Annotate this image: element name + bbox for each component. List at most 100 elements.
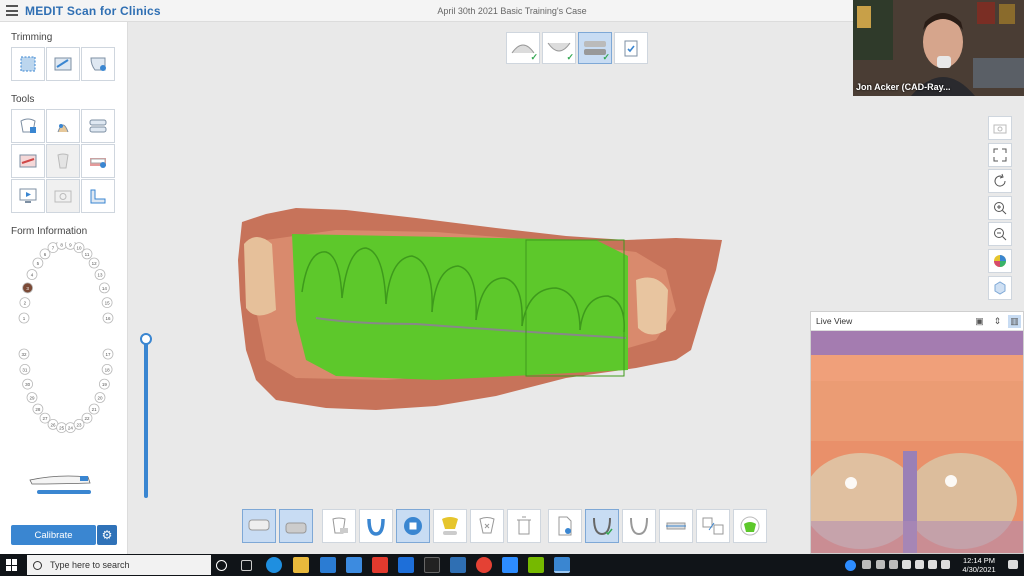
occlusion-button[interactable] [11, 144, 45, 178]
chrome-icon[interactable] [476, 557, 492, 573]
calibration-settings-button[interactable]: ⚙ [97, 525, 117, 545]
live-view-header: Live View ▣ ⇕ ▥ [811, 312, 1023, 331]
bite-align-button[interactable] [81, 109, 115, 143]
tooth-lock-icon [20, 118, 36, 133]
taskbar-clock[interactable]: 12:14 PM 4/30/2021 [958, 556, 1000, 574]
tray-device-icon[interactable] [889, 560, 898, 569]
cube-icon [994, 281, 1006, 295]
zoom-out-button[interactable] [988, 222, 1012, 246]
arch-icon [367, 518, 385, 536]
tray-display-icon[interactable] [915, 560, 924, 569]
volume-icon[interactable] [941, 560, 950, 569]
file-explorer-icon[interactable] [293, 557, 309, 573]
trim-brush-button[interactable] [46, 47, 80, 81]
camera-icon [993, 124, 1007, 134]
complete-button[interactable] [733, 509, 767, 543]
cross-section-icon [666, 522, 686, 530]
tray-mic-icon[interactable] [902, 560, 911, 569]
play-video-button[interactable] [11, 179, 45, 213]
tooth-ai-icon [442, 517, 458, 535]
mail-icon[interactable] [346, 557, 362, 573]
export-button[interactable] [548, 509, 582, 543]
scanner-illustration [29, 475, 91, 494]
stop-scan-button[interactable] [396, 509, 430, 543]
tab-review[interactable] [614, 32, 648, 64]
filter-button[interactable] [322, 509, 356, 543]
nvidia-icon[interactable] [528, 557, 544, 573]
upper-jaw-view-button[interactable] [242, 509, 276, 543]
check-icon: ✓ [566, 52, 574, 62]
filter-slider-handle[interactable] [140, 333, 152, 345]
live-view-pin-icon[interactable]: ⇕ [991, 315, 1004, 328]
maxilla-occlusion-button[interactable] [585, 509, 619, 543]
cortana-icon[interactable] [216, 560, 227, 571]
measure-button[interactable] [81, 179, 115, 213]
tooth-number: 14 [102, 286, 108, 291]
tab-maxilla[interactable]: ✓ [506, 32, 540, 64]
task-view-icon[interactable] [241, 560, 252, 571]
color-wheel-icon [994, 255, 1006, 267]
tab-mandible[interactable]: ✓ [542, 32, 576, 64]
filter-slider-track[interactable] [144, 340, 148, 498]
app-blue-icon[interactable] [450, 557, 466, 573]
trim-select-button[interactable] [11, 47, 45, 81]
ai-filter-button[interactable] [433, 509, 467, 543]
fit-view-button[interactable] [988, 143, 1012, 167]
windows-start-icon[interactable] [6, 559, 18, 571]
capture-button[interactable] [46, 179, 80, 213]
compare-button[interactable] [696, 509, 730, 543]
compare-icon [702, 517, 724, 535]
clock-time: 12:14 PM [962, 556, 996, 565]
scan-3d-model[interactable] [236, 200, 730, 418]
zoom-icon[interactable] [502, 557, 518, 573]
section-view-button[interactable] [659, 509, 693, 543]
edge-icon[interactable] [266, 557, 282, 573]
screenshot-button[interactable] [988, 116, 1012, 140]
reset-view-button[interactable] [988, 169, 1012, 193]
tab-occlusion[interactable]: ✓ [578, 32, 612, 64]
lock-area-button[interactable] [11, 109, 45, 143]
tooth-remove-icon [479, 517, 495, 534]
left-panel: Trimming Tools Form Information 1 2 3 4 … [0, 22, 128, 554]
delete-button[interactable] [507, 509, 541, 543]
stop-icon [404, 517, 422, 535]
tooth-number: 21 [92, 407, 98, 412]
medit-scan-taskbar-icon[interactable] [554, 557, 570, 573]
rotate-icon [994, 173, 1006, 187]
trim-edge-button[interactable] [81, 47, 115, 81]
zoom-in-button[interactable] [988, 196, 1012, 220]
help-icon[interactable] [845, 560, 856, 571]
app-red-icon[interactable] [372, 557, 388, 573]
store-icon[interactable] [320, 557, 336, 573]
texture-toggle-button[interactable] [988, 276, 1012, 300]
live-view-layout-icon[interactable]: ▥ [1008, 315, 1021, 328]
tooth-number: 23 [76, 422, 82, 427]
arch-button[interactable] [359, 509, 393, 543]
tooth-number: 12 [92, 261, 98, 266]
tools-grid [11, 109, 115, 213]
gum-color-icon [90, 158, 106, 168]
notification-icon[interactable] [1008, 560, 1018, 569]
calibrate-button[interactable]: Calibrate [11, 525, 96, 545]
live-camera-feed [811, 331, 1023, 553]
tray-chevron-icon[interactable] [862, 560, 871, 569]
taskbar-search[interactable]: Type here to search [27, 555, 211, 575]
trim-edge-icon [90, 57, 106, 71]
form-info-title: Form Information [11, 226, 88, 237]
scan-toolbar [322, 509, 467, 543]
lower-jaw-view-button[interactable] [279, 509, 313, 543]
remove-data-button[interactable] [470, 509, 504, 543]
live-view-capture-icon[interactable]: ▣ [973, 315, 986, 328]
wifi-icon[interactable] [928, 560, 937, 569]
color-map-button[interactable] [81, 144, 115, 178]
app-bolt-icon[interactable] [424, 557, 440, 573]
mandible-occlusion-button[interactable] [622, 509, 656, 543]
color-mode-button[interactable] [988, 249, 1012, 273]
hpc-button[interactable] [46, 109, 80, 143]
dropbox-icon[interactable] [398, 557, 414, 573]
tool-disabled-button[interactable] [46, 144, 80, 178]
tray-app-icon[interactable] [876, 560, 885, 569]
arch-outline-icon [630, 517, 648, 536]
scan-stage-tabs: ✓ ✓ ✓ [506, 32, 648, 64]
trimming-tools [11, 47, 115, 81]
